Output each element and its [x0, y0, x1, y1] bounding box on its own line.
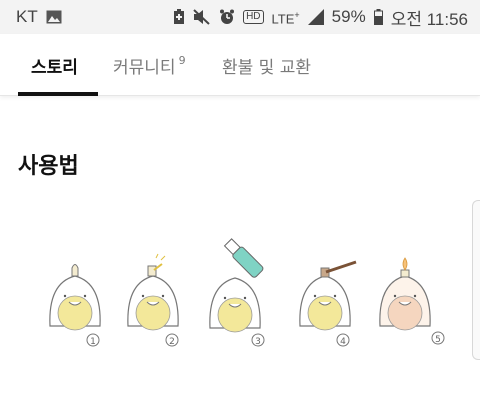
tab-refund-exchange-label: 환불 및 교환	[222, 57, 312, 78]
usage-illustration: 1 2 3 4 5	[30, 228, 460, 368]
tab-story[interactable]: 스토리	[31, 34, 78, 96]
usage-step-number: 2	[169, 337, 175, 347]
battery-saver-icon	[173, 9, 185, 25]
hd-voice-icon: HD	[243, 10, 264, 24]
battery-percent: 59%	[331, 7, 366, 26]
section-title: 사용법	[18, 154, 79, 179]
status-right: HD LTE+ 59% 오전 11:56	[173, 5, 468, 30]
usage-step-number: 4	[340, 337, 346, 347]
clock: 오전 11:56	[390, 9, 468, 29]
image-notification-icon	[46, 10, 62, 24]
battery-icon	[373, 9, 383, 25]
community-count-badge: 9	[178, 53, 186, 67]
network-type-label: LTE+	[271, 9, 300, 27]
usage-step-number: 3	[255, 337, 261, 347]
usage-step-5-figure	[379, 257, 445, 345]
tab-refund-exchange[interactable]: 환불 및 교환	[222, 34, 311, 96]
tab-community[interactable]: 커뮤니티 9	[113, 34, 186, 96]
usage-step-4-figure	[299, 260, 357, 347]
usage-step-3-figure	[209, 238, 265, 347]
mute-icon	[193, 9, 211, 25]
carrier-label: KT	[16, 7, 38, 26]
usage-step-1-figure	[49, 264, 101, 347]
status-left: KT	[16, 7, 62, 27]
usage-step-number: 5	[435, 335, 441, 345]
tab-story-label: 스토리	[31, 57, 78, 78]
side-panel-handle[interactable]	[472, 200, 480, 360]
tab-bar: 스토리 커뮤니티 9 환불 및 교환	[0, 34, 480, 96]
usage-step-2-figure	[127, 253, 179, 347]
active-tab-indicator	[18, 92, 98, 96]
usage-step-number: 1	[90, 337, 96, 347]
tab-community-label: 커뮤니티	[113, 57, 176, 78]
status-bar: KT HD LTE+ 59% 오전 11:56	[0, 0, 480, 34]
alarm-icon	[219, 9, 235, 25]
signal-strength-icon	[307, 9, 324, 25]
